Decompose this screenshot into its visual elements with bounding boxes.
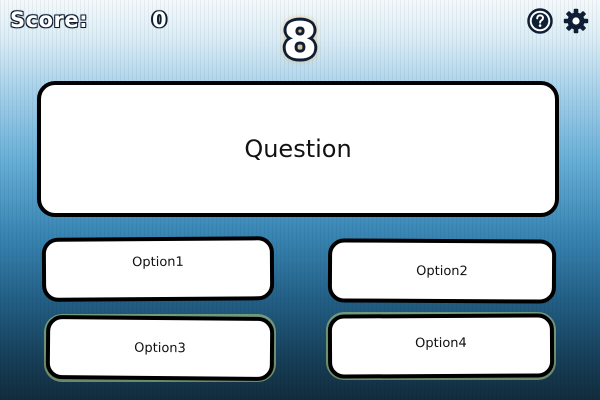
option1-button[interactable]: Option1 <box>41 236 275 302</box>
option4-label: Option4 <box>415 335 467 351</box>
option2-label: Option2 <box>416 263 468 279</box>
help-button[interactable] <box>527 8 553 34</box>
settings-button[interactable] <box>563 8 589 34</box>
option4-button[interactable]: Option4 <box>327 313 555 379</box>
gear-icon <box>563 8 589 34</box>
question-text: Question <box>244 135 352 163</box>
option2-button[interactable]: Option2 <box>327 238 557 304</box>
option1-label: Option1 <box>132 254 184 270</box>
option3-button[interactable]: Option3 <box>45 315 275 381</box>
option3-label: Option3 <box>134 340 186 356</box>
help-circle-icon <box>527 8 553 34</box>
score-value: 0 <box>152 8 167 32</box>
countdown-timer: 8 <box>282 12 318 70</box>
score-label: Score: <box>9 7 88 33</box>
question-card: Question <box>37 81 559 217</box>
